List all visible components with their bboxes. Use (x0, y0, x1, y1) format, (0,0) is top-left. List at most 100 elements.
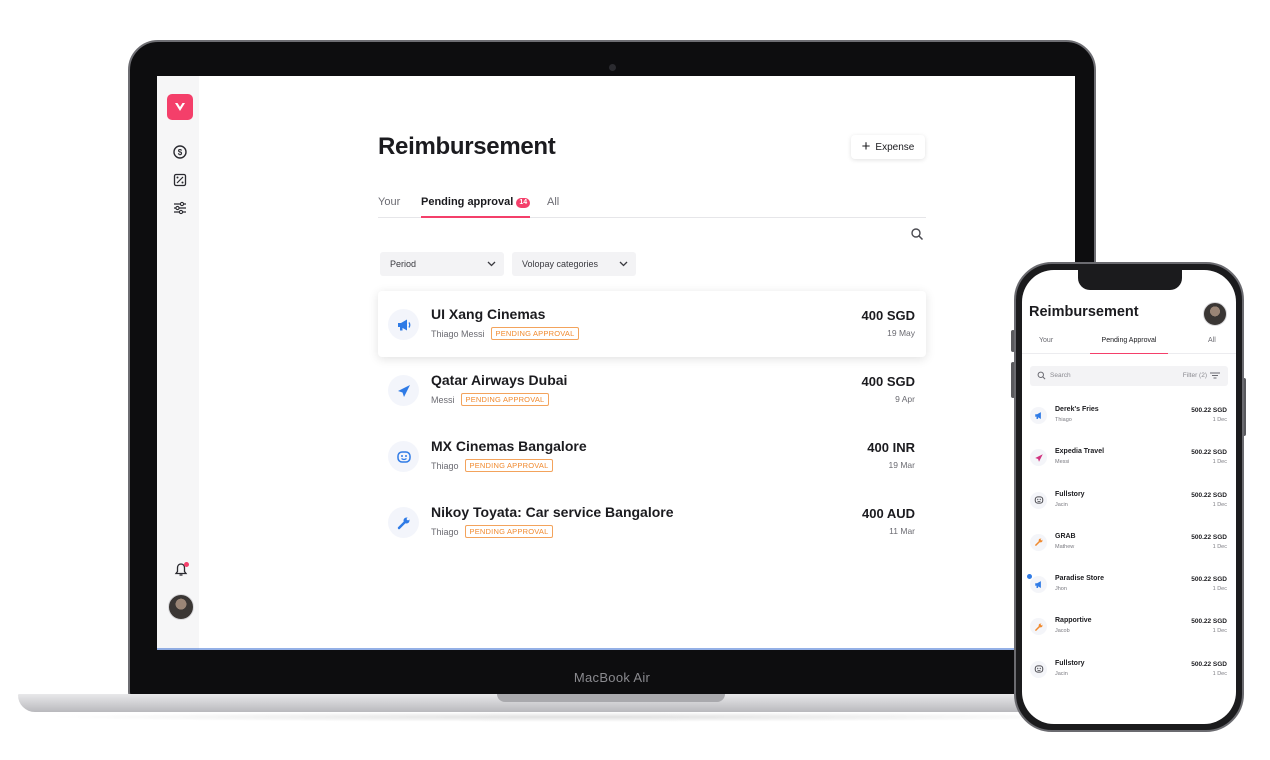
expense-amount: 400 AUD (862, 506, 915, 521)
phone-page-title: Reimbursement (1029, 304, 1139, 320)
expense-row[interactable]: UI Xang Cinemas Thiago Messi PENDING APP… (378, 291, 926, 357)
phone-search-bar[interactable]: Search Filter (2) (1030, 366, 1228, 386)
smiley-icon (1030, 660, 1047, 678)
tab-all[interactable]: All (547, 196, 559, 208)
row-subtitle: Thiago PENDING APPROVAL (431, 459, 554, 472)
expense-date: 9 Apr (895, 394, 915, 404)
screen-edge (157, 648, 1075, 650)
phone-expense-row[interactable]: Expedia Travel Messi 500.22 SGD 1 Dec (1022, 438, 1236, 480)
add-expense-label: Expense (875, 141, 915, 153)
expense-date: 1 Dec (1212, 586, 1227, 593)
phone-tab-bar: Your Pending Approval All (1022, 334, 1236, 354)
phone-expense-row[interactable]: GRAB Mathew 500.22 SGD 1 Dec (1022, 523, 1236, 565)
chevron-down-icon (487, 261, 496, 267)
expense-row[interactable]: MX Cinemas Bangalore Thiago PENDING APPR… (378, 423, 926, 489)
filter-button[interactable]: Filter (2) (1183, 372, 1220, 379)
expense-date: 1 Dec (1212, 670, 1227, 677)
expense-row[interactable]: Qatar Airways Dubai Messi PENDING APPROV… (378, 357, 926, 423)
status-badge: PENDING APPROVAL (490, 327, 580, 340)
merchant-name: Paradise Store (1055, 575, 1105, 583)
requester-name: Messi (1055, 459, 1070, 466)
laptop-brand-label: MacBook Air (573, 670, 651, 685)
merchant-name: GRAB (1055, 532, 1076, 540)
expense-amount: 500.22 SGD (1191, 576, 1227, 584)
phone-notch (1078, 270, 1182, 290)
category-filter-label: Volopay categories (522, 259, 599, 269)
laptop-hinge (497, 694, 725, 702)
search-icon[interactable] (910, 227, 924, 241)
expense-date: 11 Mar (889, 526, 915, 536)
search-icon (1037, 371, 1046, 380)
wrench-icon (1030, 533, 1047, 551)
megaphone-icon (1030, 407, 1047, 424)
tab-bar: Your Pending approval 14 All (378, 194, 926, 218)
tab-all[interactable]: All (1208, 337, 1216, 344)
merchant-name: MX Cinemas Bangalore (431, 438, 587, 454)
tab-your[interactable]: Your (1039, 337, 1053, 344)
row-subtitle: Messi PENDING APPROVAL (431, 393, 550, 406)
phone-expense-row[interactable]: Fullstory Jacin 500.22 SGD 1 Dec (1022, 650, 1236, 692)
tab-label: Pending approval (421, 196, 514, 208)
expense-amount: 400 INR (867, 440, 915, 455)
sliders-icon[interactable] (172, 200, 188, 216)
expense-date: 19 Mar (888, 460, 915, 470)
tab-label: All (547, 196, 560, 208)
phone-expense-row[interactable]: Rapportive Jacob 500.22 SGD 1 Dec (1022, 607, 1236, 649)
merchant-name: Expedia Travel (1055, 448, 1105, 456)
requester-name: Jhon (1055, 586, 1067, 593)
expense-amount: 400 SGD (861, 374, 915, 389)
sidebar: $ (157, 76, 199, 650)
notification-dot (184, 562, 189, 567)
laptop-shadow (40, 712, 1120, 722)
phone-screen: Reimbursement Your Pending Approval All … (1022, 270, 1236, 724)
merchant-name: Derek's Fries (1055, 406, 1099, 413)
megaphone-icon (1030, 576, 1047, 594)
dollar-circle-icon[interactable]: $ (172, 144, 188, 160)
svg-text:$: $ (178, 148, 183, 157)
expense-date: 1 Dec (1212, 628, 1227, 635)
pending-count-badge: 14 (516, 198, 531, 208)
expense-amount: 500.22 SGD (1191, 449, 1227, 457)
laptop-camera (609, 64, 616, 71)
tab-pending-approval[interactable]: Pending Approval (1090, 337, 1168, 354)
expense-date: 1 Dec (1212, 543, 1227, 550)
device-mockup: $ Reimbursement + Expense Your Pending a… (0, 0, 1270, 760)
laptop-screen: $ Reimbursement + Expense Your Pending a… (157, 76, 1075, 650)
merchant-name: Rapportive (1055, 617, 1092, 625)
volopay-logo[interactable] (167, 94, 193, 120)
expense-amount: 500.22 SGD (1191, 491, 1227, 499)
status-badge: PENDING APPROVAL (464, 459, 554, 472)
tab-pending-approval[interactable]: Pending approval 14 (421, 196, 531, 218)
phone-expense-row[interactable]: Paradise Store Jhon 500.22 SGD 1 Dec (1022, 565, 1236, 607)
wrench-icon (1030, 618, 1047, 636)
period-filter-label: Period (390, 259, 417, 269)
merchant-name: Fullstory (1055, 490, 1085, 498)
expense-amount: 400 SGD (861, 308, 915, 323)
smiley-icon (388, 441, 419, 472)
tab-label: Your (378, 196, 401, 208)
requester-name: Messi (431, 394, 455, 405)
expense-date: 19 May (887, 328, 915, 338)
status-badge: PENDING APPROVAL (460, 393, 550, 406)
smiley-icon (1030, 491, 1047, 509)
avatar[interactable] (1203, 302, 1227, 326)
requester-name: Jacob (1055, 628, 1070, 635)
tab-your[interactable]: Your (378, 196, 400, 208)
category-filter[interactable]: Volopay categories (512, 252, 636, 276)
merchant-name: Fullstory (1055, 659, 1085, 667)
phone-expense-row[interactable]: Derek's Fries Thiago 500.22 SGD 1 Dec (1022, 396, 1236, 438)
period-filter[interactable]: Period (380, 252, 504, 276)
expense-date: 1 Dec (1212, 459, 1227, 466)
requester-name: Mathew (1055, 543, 1075, 550)
percent-card-icon[interactable] (172, 172, 188, 188)
add-expense-button[interactable]: + Expense (851, 135, 925, 159)
phone-expense-row[interactable]: Fullstory Jacin 500.22 SGD 1 Dec (1022, 481, 1236, 523)
laptop: $ Reimbursement + Expense Your Pending a… (128, 40, 1096, 700)
bell-icon[interactable] (173, 562, 189, 578)
airplane-icon (1030, 449, 1047, 467)
merchant-name: Nikoy Toyata: Car service Bangalore (431, 504, 674, 520)
avatar[interactable] (168, 594, 194, 620)
plus-icon: + (861, 138, 871, 155)
expense-row[interactable]: Nikoy Toyata: Car service Bangalore Thia… (378, 489, 926, 555)
phone: Reimbursement Your Pending Approval All … (1014, 262, 1244, 732)
